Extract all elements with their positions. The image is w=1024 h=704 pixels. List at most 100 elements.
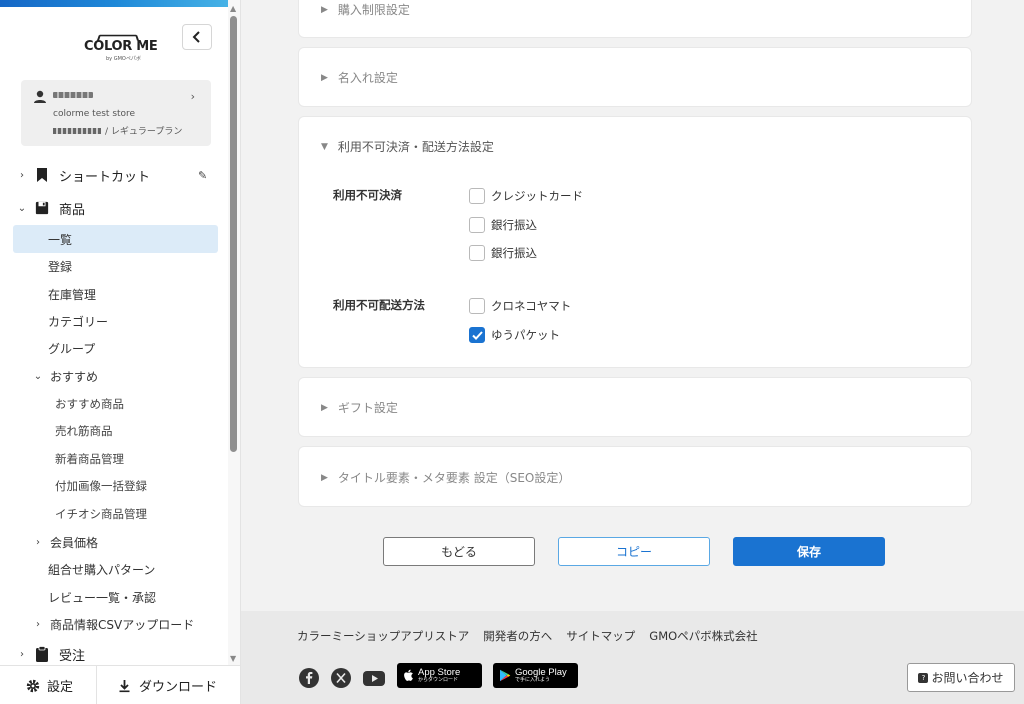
nav-item-label: おすすめ商品 <box>55 397 124 411</box>
checkbox[interactable] <box>469 188 485 204</box>
x-icon[interactable] <box>331 668 351 688</box>
panel-title-label: 名入れ設定 <box>337 71 398 85</box>
user-icon <box>34 90 46 103</box>
account-card[interactable]: › colorme test store / レギュラープラン <box>21 80 211 146</box>
nav-orders-label: 受注 <box>59 648 86 664</box>
footer-link-company[interactable]: GMOペパボ株式会社 <box>649 628 757 644</box>
scrollbar-thumb[interactable] <box>230 16 237 452</box>
clipboard-icon <box>36 646 48 662</box>
nav-member-price[interactable]: › 会員価格 <box>0 528 228 556</box>
footer-link-sitemap[interactable]: サイトマップ <box>566 628 635 644</box>
google-play-badge[interactable]: Google Play で手に入れよう <box>493 663 578 688</box>
appstore-small-label: からダウンロード <box>418 677 459 684</box>
nav-item-label: 組合せ購入パターン <box>48 562 156 577</box>
nav-products-register[interactable]: 登録 <box>0 252 228 280</box>
payment-label: 利用不可決済 <box>333 188 402 202</box>
checkbox-checked[interactable] <box>469 327 485 343</box>
footer-link-appstore[interactable]: カラーミーショップアプリストア <box>297 628 469 644</box>
nav-products-stock[interactable]: 在庫管理 <box>0 280 228 308</box>
nav-orders[interactable]: › 受注 <box>0 640 228 668</box>
checkbox-bank-transfer[interactable]: 銀行振込 <box>469 217 537 233</box>
checkbox-yu-packet[interactable]: ゆうパケット <box>469 327 560 343</box>
nav-shortcut-label: ショートカット <box>59 169 151 185</box>
checkbox[interactable] <box>469 217 485 233</box>
panel-title[interactable]: ▶ タイトル要素・メタ要素 設定（SEO設定） <box>321 469 570 486</box>
checkbox-label: クロネコヤマト <box>491 299 572 313</box>
nav-item-label: 会員価格 <box>50 535 99 550</box>
back-button[interactable]: もどる <box>383 537 535 566</box>
collapse-sidebar-button[interactable] <box>182 24 212 50</box>
checkbox-label: クレジットカード <box>491 189 583 203</box>
checkbox[interactable] <box>469 298 485 314</box>
panel-seo[interactable]: ▶ タイトル要素・メタ要素 設定（SEO設定） <box>298 446 972 507</box>
panel-unavailable-methods: ▼ 利用不可決済・配送方法設定 利用不可決済 クレジットカード 銀行振込 銀行振… <box>298 116 972 368</box>
youtube-icon[interactable] <box>363 668 385 688</box>
nav-item-label: カテゴリー <box>48 314 109 329</box>
save-button[interactable]: 保存 <box>733 537 885 566</box>
pencil-icon[interactable]: ✎ <box>198 169 207 182</box>
nav-recommend[interactable]: ⌄ おすすめ <box>0 362 228 390</box>
contact-button[interactable]: ? お問い合わせ <box>907 663 1015 692</box>
shipping-label: 利用不可配送方法 <box>333 298 425 312</box>
nav-item-label: 売れ筋商品 <box>55 424 113 438</box>
settings-button[interactable]: 設定 <box>26 676 73 695</box>
checkbox-label: 銀行振込 <box>491 218 537 232</box>
nav-item-label: 登録 <box>48 259 73 274</box>
nav-csv[interactable]: › 商品情報CSVアップロード <box>0 610 228 638</box>
chevron-right-icon: › <box>36 536 40 548</box>
nav-recommend-featured[interactable]: イチオシ商品管理 <box>0 500 228 528</box>
sidebar: COLOR ME by GMOペパボ › colorme test store … <box>0 0 241 704</box>
nav-products-group[interactable]: グループ <box>0 334 228 362</box>
triangle-right-icon: ▶ <box>321 472 328 483</box>
footer-link-developers[interactable]: 開発者の方へ <box>483 628 552 644</box>
checkbox[interactable] <box>469 245 485 261</box>
nav-item-label: 付加画像一括登録 <box>55 479 147 493</box>
scroll-up-arrow-icon[interactable]: ▲ <box>230 4 236 13</box>
nav-products-label: 商品 <box>59 202 86 218</box>
copy-button[interactable]: コピー <box>558 537 710 566</box>
download-label: ダウンロード <box>139 680 218 695</box>
panel-purchase-limit[interactable]: ▶ 購入制限設定 <box>298 0 972 38</box>
checkbox-bank-transfer-2[interactable]: 銀行振込 <box>469 245 537 261</box>
save-icon <box>35 201 49 215</box>
googleplay-small-label: で手に入れよう <box>515 677 551 684</box>
panel-title[interactable]: ▶ ギフト設定 <box>321 399 398 416</box>
top-gradient-bar <box>0 0 228 7</box>
nav-recommend-recommended[interactable]: おすすめ商品 <box>0 390 228 418</box>
nav-combo[interactable]: 組合せ購入パターン <box>0 555 228 583</box>
nav-shortcut[interactable]: › ショートカット ✎ <box>0 161 228 189</box>
panel-title-label: 利用不可決済・配送方法設定 <box>337 140 494 154</box>
nav-reviews[interactable]: レビュー一覧・承認 <box>0 583 228 611</box>
download-button[interactable]: ダウンロード <box>118 676 217 695</box>
download-icon <box>119 679 130 692</box>
checkbox-credit-card[interactable]: クレジットカード <box>469 188 583 204</box>
panel-title[interactable]: ▶ 購入制限設定 <box>321 1 410 18</box>
panel-gift[interactable]: ▶ ギフト設定 <box>298 377 972 437</box>
checkbox-kuroneko[interactable]: クロネコヤマト <box>469 298 571 314</box>
nav-recommend-bestseller[interactable]: 売れ筋商品 <box>0 417 228 445</box>
nav-products-category[interactable]: カテゴリー <box>0 307 228 335</box>
apple-icon <box>404 669 413 681</box>
sidebar-footer: 設定 ダウンロード <box>0 665 240 704</box>
colorme-logo[interactable]: COLOR ME by GMOペパボ <box>84 34 158 62</box>
appstore-big-label: App Store <box>418 666 461 678</box>
chevron-right-icon: › <box>20 648 24 660</box>
account-name-redacted <box>53 92 93 98</box>
triangle-right-icon: ▶ <box>321 402 328 413</box>
nav-recommend-bulk-images[interactable]: 付加画像一括登録 <box>0 472 228 500</box>
triangle-down-icon: ▼ <box>321 141 328 152</box>
contact-label: お問い合わせ <box>931 671 1004 685</box>
panel-engraving[interactable]: ▶ 名入れ設定 <box>298 47 972 107</box>
app-store-badge[interactable]: App Store からダウンロード <box>397 663 482 688</box>
facebook-icon[interactable] <box>299 668 319 688</box>
plan-row: / レギュラープラン <box>53 124 182 137</box>
nav-recommend-new[interactable]: 新着商品管理 <box>0 445 228 473</box>
settings-label: 設定 <box>47 680 74 695</box>
footer-links: カラーミーショップアプリストア 開発者の方へ サイトマップ GMOペパボ株式会社 <box>297 628 758 644</box>
scroll-down-arrow-icon[interactable]: ▼ <box>230 654 236 663</box>
nav-products-list[interactable]: 一覧 <box>0 225 228 253</box>
panel-title[interactable]: ▶ 名入れ設定 <box>321 69 398 86</box>
nav-products[interactable]: ⌄ 商品 <box>0 194 228 222</box>
panel-title[interactable]: ▼ 利用不可決済・配送方法設定 <box>321 138 494 155</box>
triangle-right-icon: ▶ <box>321 4 328 15</box>
